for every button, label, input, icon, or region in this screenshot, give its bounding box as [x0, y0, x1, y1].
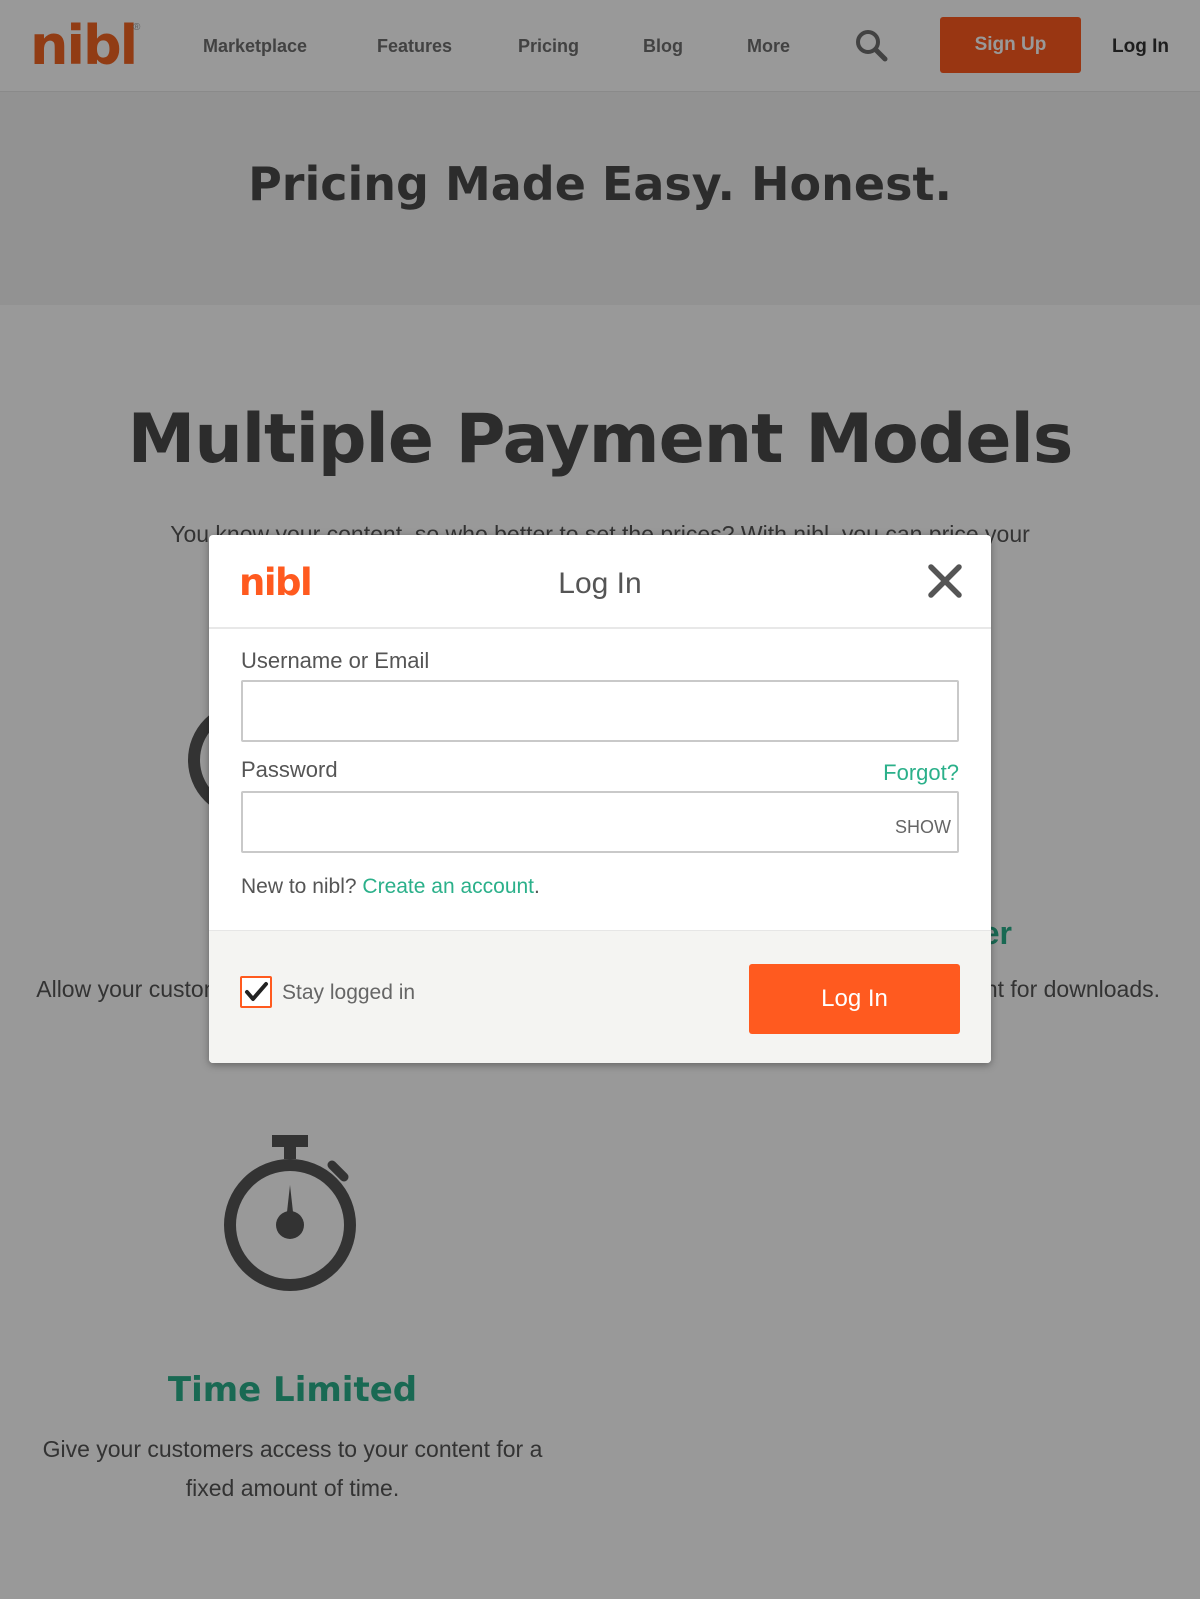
signup-prompt: New to nibl? Create an account. — [241, 875, 540, 899]
username-input[interactable] — [241, 680, 959, 742]
forgot-password-link[interactable]: Forgot? — [879, 760, 959, 786]
password-label: Password — [241, 757, 338, 782]
modal-header: nibl Log In — [209, 535, 991, 629]
close-icon — [928, 564, 962, 598]
stay-logged-in-label[interactable]: Stay logged in — [282, 981, 415, 1005]
signup-prompt-text: New to nibl? — [241, 875, 363, 898]
show-password-button[interactable]: SHOW — [875, 811, 951, 843]
login-modal: nibl Log In Username or Email Password F… — [209, 535, 991, 1063]
modal-title: Log In — [558, 567, 642, 600]
signup-prompt-period: . — [534, 875, 540, 898]
username-label: Username or Email — [241, 648, 430, 673]
close-button[interactable] — [925, 561, 965, 601]
checkmark-icon — [245, 982, 268, 1001]
stay-logged-in-checkbox[interactable] — [240, 976, 272, 1008]
modal-footer: Stay logged in Log In — [209, 930, 991, 1063]
password-input[interactable] — [241, 791, 959, 853]
log-in-button[interactable]: Log In — [749, 964, 960, 1034]
create-account-link[interactable]: Create an account — [362, 875, 534, 898]
